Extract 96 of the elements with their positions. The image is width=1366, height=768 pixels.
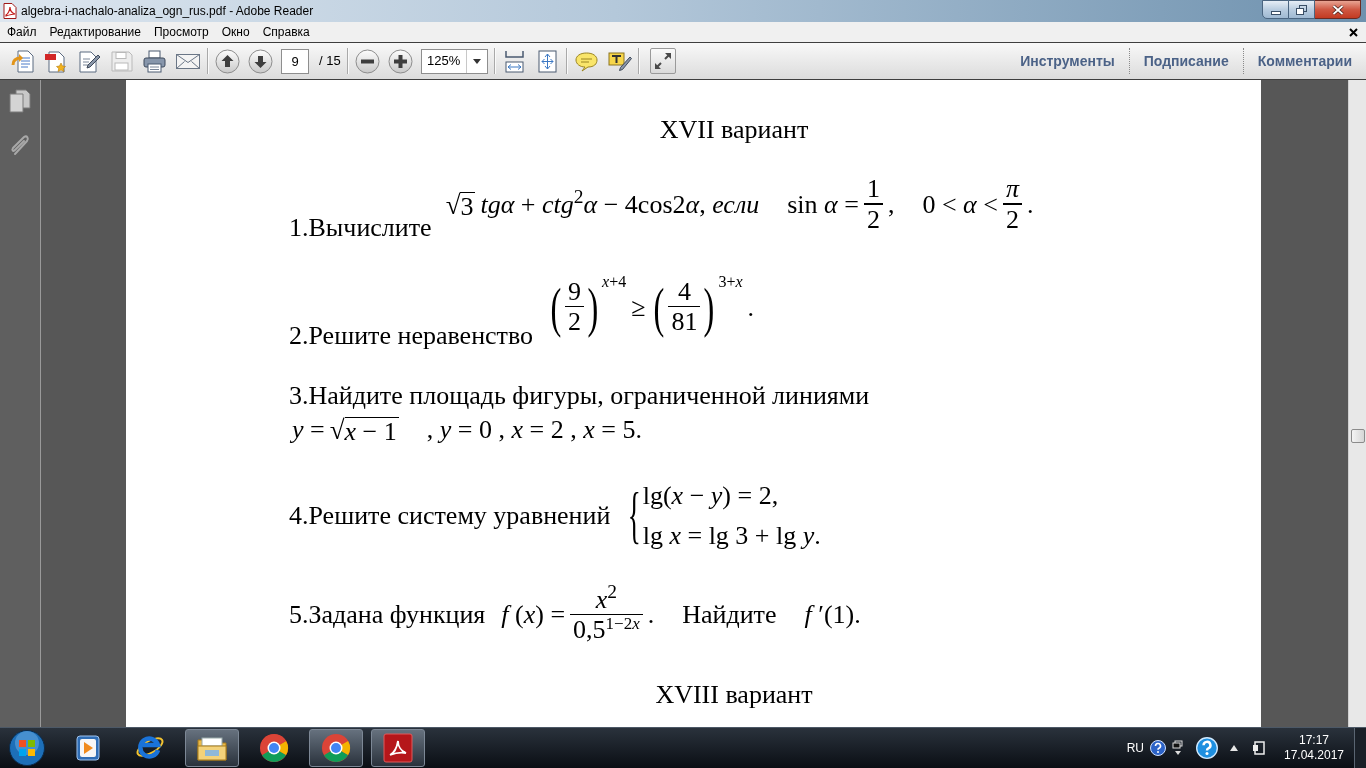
close-icon[interactable]	[1349, 27, 1358, 37]
minimize-icon	[1270, 10, 1281, 15]
fraction-numerator: 1	[865, 175, 881, 203]
math-expression: f (x) =	[501, 600, 566, 631]
taskbar-button[interactable]	[185, 729, 239, 767]
fraction-numerator: x$^{2}$	[594, 585, 619, 614]
paperclip-icon[interactable]	[9, 133, 31, 157]
math-expression: y =	[292, 414, 325, 445]
problem-text: 2.Решите неравенство	[289, 320, 534, 351]
pdf-logo-icon	[383, 733, 413, 763]
menu-item[interactable]: Файл	[7, 23, 37, 41]
document-ribbon-icon[interactable]	[43, 48, 68, 74]
page-count: / 15	[319, 52, 341, 71]
media-player-icon	[74, 734, 102, 762]
language-indicator[interactable]: RU	[1126, 739, 1144, 757]
menu-item[interactable]: Окно	[221, 23, 250, 41]
parenthesis: )	[704, 276, 715, 340]
math-expression: .	[747, 292, 755, 323]
problem-text: 3.Найдите площадь фигуры, ограниченной линиями	[289, 380, 871, 411]
math-expression: tgα + ctg$^{2}$α − 4cos2α, если	[480, 189, 760, 220]
fraction-denominator: 0,5	[573, 615, 606, 645]
math-expression: 0 < α <	[922, 189, 998, 220]
chevron-up-icon[interactable]	[1230, 745, 1238, 751]
fraction-denominator: 2	[865, 204, 881, 235]
pdf-document-icon	[3, 3, 17, 19]
minimize-button[interactable]	[1262, 0, 1289, 19]
fraction-denominator: 2	[1004, 204, 1020, 235]
previous-page-icon[interactable]	[215, 48, 240, 74]
device-icon[interactable]	[1252, 740, 1266, 756]
problem-text: 1.Вычислите	[289, 212, 432, 243]
parenthesis: (	[654, 276, 665, 340]
pane-button[interactable]: Подписание	[1143, 50, 1229, 72]
help-icon[interactable]	[1150, 740, 1166, 756]
help-icon[interactable]	[1196, 737, 1218, 759]
zoom-dropdown[interactable]: 125%	[420, 48, 488, 74]
scrollbar-thumb[interactable]	[1350, 429, 1365, 443]
variant-heading: XVIII вариант	[655, 680, 813, 710]
math-expression: sin α =	[787, 189, 859, 220]
menu-item[interactable]: Редактирование	[49, 23, 141, 41]
parenthesis: (	[550, 276, 562, 340]
fraction-numerator: 4	[676, 277, 692, 306]
math-expression: .	[1026, 189, 1034, 220]
math-expression: Найдите	[682, 600, 777, 631]
math-expression: ,	[887, 189, 895, 220]
zoom-out-icon[interactable]	[354, 48, 380, 74]
radical-sign: √	[445, 188, 461, 221]
taskbar-button[interactable]	[371, 729, 425, 767]
fraction-denominator: 81	[670, 307, 699, 338]
taskbar-button[interactable]	[309, 729, 363, 767]
pane-button[interactable]: Инструменты	[1020, 50, 1115, 72]
math-expression: , y = 0 , x = 2 , x = 5.	[426, 414, 642, 445]
radicand: x − 1	[344, 416, 399, 446]
expand-icon	[653, 52, 672, 70]
exponent: x+4	[602, 272, 627, 291]
problem-text: 5.Задана функция	[289, 600, 486, 631]
exponent: 1−2x	[605, 615, 640, 633]
close-icon	[1331, 4, 1344, 15]
next-page-icon[interactable]	[248, 48, 273, 74]
equation: lg x = lg 3 + lg y.	[642, 519, 821, 552]
browser-logo-icon	[321, 733, 351, 763]
caret-icon	[472, 58, 481, 64]
problem-text: 4.Решите систему уравнений	[289, 500, 611, 531]
page-number-field[interactable]: 9	[281, 48, 309, 74]
window-title: algebra-i-nachalo-analiza_ogn_rus.pdf - Adobe Reader	[21, 3, 314, 20]
math-expression: f ′(1).	[804, 600, 861, 631]
clock-time: 17:17	[1299, 733, 1329, 748]
radicand: 3	[460, 191, 476, 221]
zoom-in-icon[interactable]	[387, 48, 413, 74]
full-screen-button[interactable]	[649, 48, 676, 74]
clock-date: 17.04.2017	[1283, 748, 1345, 763]
exponent: 3+x	[718, 272, 743, 291]
folder-icon	[196, 734, 228, 762]
restore-icon	[1296, 4, 1307, 15]
radical-sign: √	[329, 413, 345, 446]
menu-item[interactable]: Просмотр	[153, 23, 209, 41]
tray-icon[interactable]	[1172, 740, 1184, 756]
start-button[interactable]	[8, 729, 46, 767]
fraction-denominator: 2	[567, 307, 583, 338]
scrollbar[interactable]	[1348, 80, 1366, 727]
browser-logo-icon	[259, 733, 289, 763]
menu-item[interactable]: Справка	[262, 23, 310, 41]
parenthesis: )	[587, 276, 599, 340]
brace: {	[628, 480, 642, 551]
fraction-numerator: π	[1004, 175, 1021, 203]
close-button[interactable]	[1315, 0, 1361, 19]
math-expression: .	[647, 600, 655, 631]
restore-button[interactable]	[1289, 0, 1315, 19]
equation: lg(x − y) = 2,	[642, 479, 780, 512]
pane-button[interactable]: Комментарии	[1257, 50, 1352, 72]
show-desktop-button[interactable]	[1354, 728, 1366, 768]
math-expression: ≥	[631, 292, 646, 323]
variant-heading: XVII вариант	[659, 115, 809, 145]
document-pencil-icon[interactable]	[76, 48, 101, 74]
print-icon[interactable]	[142, 48, 167, 74]
pages-icon[interactable]	[9, 89, 31, 113]
fraction-numerator: 9	[567, 277, 583, 306]
